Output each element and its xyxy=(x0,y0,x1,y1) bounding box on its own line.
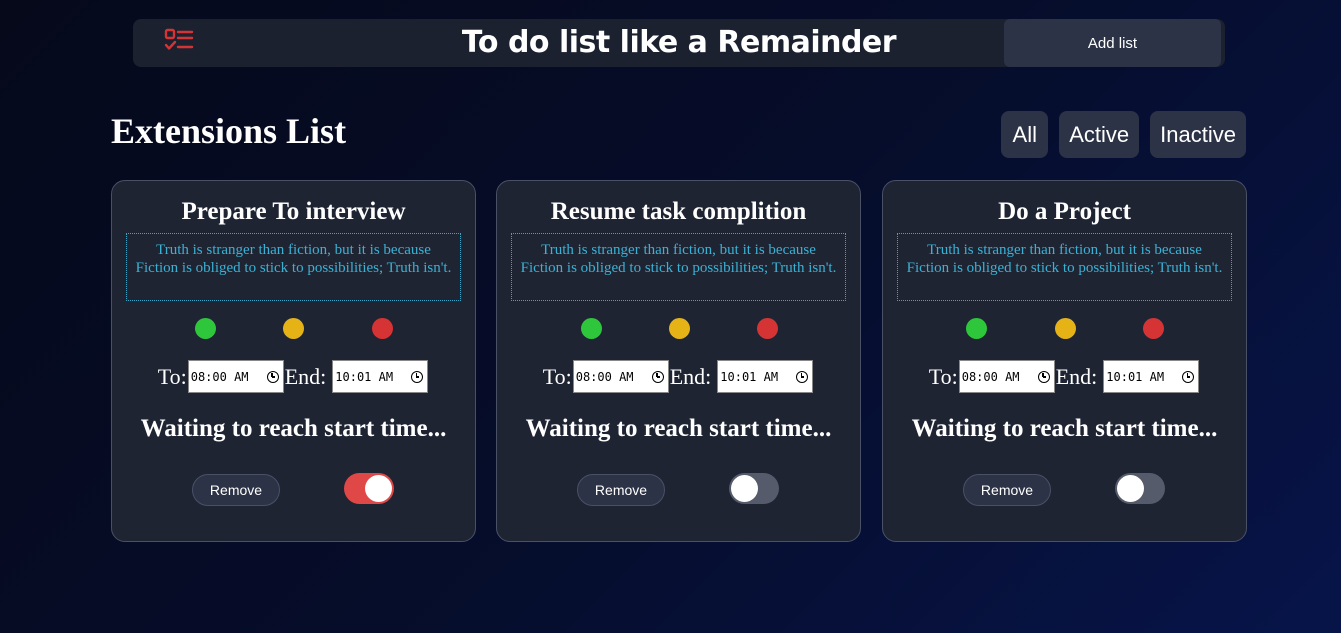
page-title: Extensions List xyxy=(111,111,347,151)
enable-toggle[interactable] xyxy=(729,473,779,504)
time-row: To: 08:00 AM End: 10:01 AM xyxy=(883,360,1246,393)
card-description: Truth is stranger than fiction, but it i… xyxy=(126,233,461,301)
status-text: Waiting to reach start time... xyxy=(140,415,447,442)
red-status-dot[interactable] xyxy=(757,318,778,339)
enable-toggle[interactable] xyxy=(1115,473,1165,504)
card-description: Truth is stranger than fiction, but it i… xyxy=(511,233,846,301)
card-description: Truth is stranger than fiction, but it i… xyxy=(897,233,1232,301)
toggle-knob xyxy=(731,475,758,502)
filter-all-button[interactable]: All xyxy=(1001,111,1049,158)
filter-inactive-button[interactable]: Inactive xyxy=(1150,111,1246,158)
end-label: End: xyxy=(669,363,712,389)
task-card: Prepare To interview Truth is stranger t… xyxy=(111,180,476,542)
end-time-value: 10:01 AM xyxy=(720,369,779,384)
card-title: Resume task complition xyxy=(550,198,807,225)
start-time-input[interactable]: 08:00 AM xyxy=(958,360,1055,393)
time-row: To: 08:00 AM End: 10:01 AM xyxy=(497,360,860,393)
end-time-input[interactable]: 10:01 AM xyxy=(717,360,814,393)
to-label: To: xyxy=(157,363,187,389)
status-text: Waiting to reach start time... xyxy=(525,415,832,442)
end-time-input[interactable]: 10:01 AM xyxy=(1103,360,1200,393)
yellow-status-dot[interactable] xyxy=(669,318,690,339)
status-text: Waiting to reach start time... xyxy=(911,415,1218,442)
toggle-knob xyxy=(365,475,392,502)
remove-button[interactable]: Remove xyxy=(963,474,1051,506)
start-time-input[interactable]: 08:00 AM xyxy=(187,360,284,393)
to-label: To: xyxy=(542,363,572,389)
task-card: Resume task complition Truth is stranger… xyxy=(496,180,861,542)
start-time-value: 08:00 AM xyxy=(190,369,249,384)
end-time-value: 10:01 AM xyxy=(1106,369,1165,384)
add-list-button[interactable]: Add list xyxy=(1004,19,1221,67)
card-title: Prepare To interview xyxy=(181,198,406,225)
red-status-dot[interactable] xyxy=(1143,318,1164,339)
clock-icon[interactable] xyxy=(1037,370,1050,383)
start-time-input[interactable]: 08:00 AM xyxy=(572,360,669,393)
to-label: To: xyxy=(928,363,958,389)
end-label: End: xyxy=(284,363,327,389)
top-bar: To do list like a Remainder Add list xyxy=(133,19,1225,67)
clock-icon[interactable] xyxy=(1182,370,1195,383)
card-title: Do a Project xyxy=(998,198,1131,225)
task-card: Do a Project Truth is stranger than fict… xyxy=(882,180,1247,542)
clock-icon[interactable] xyxy=(796,370,809,383)
green-status-dot[interactable] xyxy=(966,318,987,339)
red-status-dot[interactable] xyxy=(372,318,393,339)
remove-button[interactable]: Remove xyxy=(577,474,665,506)
clock-icon[interactable] xyxy=(651,370,664,383)
clock-icon[interactable] xyxy=(411,370,424,383)
end-time-input[interactable]: 10:01 AM xyxy=(332,360,429,393)
start-time-value: 08:00 AM xyxy=(575,369,634,384)
green-status-dot[interactable] xyxy=(195,318,216,339)
enable-toggle[interactable] xyxy=(344,473,394,504)
toggle-knob xyxy=(1117,475,1144,502)
clock-icon[interactable] xyxy=(266,370,279,383)
end-label: End: xyxy=(1055,363,1098,389)
remove-button[interactable]: Remove xyxy=(192,474,280,506)
filter-group: All Active Inactive xyxy=(1001,111,1246,158)
filter-active-button[interactable]: Active xyxy=(1059,111,1140,158)
yellow-status-dot[interactable] xyxy=(283,318,304,339)
time-row: To: 08:00 AM End: 10:01 AM xyxy=(112,360,475,393)
end-time-value: 10:01 AM xyxy=(335,369,394,384)
green-status-dot[interactable] xyxy=(581,318,602,339)
yellow-status-dot[interactable] xyxy=(1055,318,1076,339)
start-time-value: 08:00 AM xyxy=(961,369,1020,384)
